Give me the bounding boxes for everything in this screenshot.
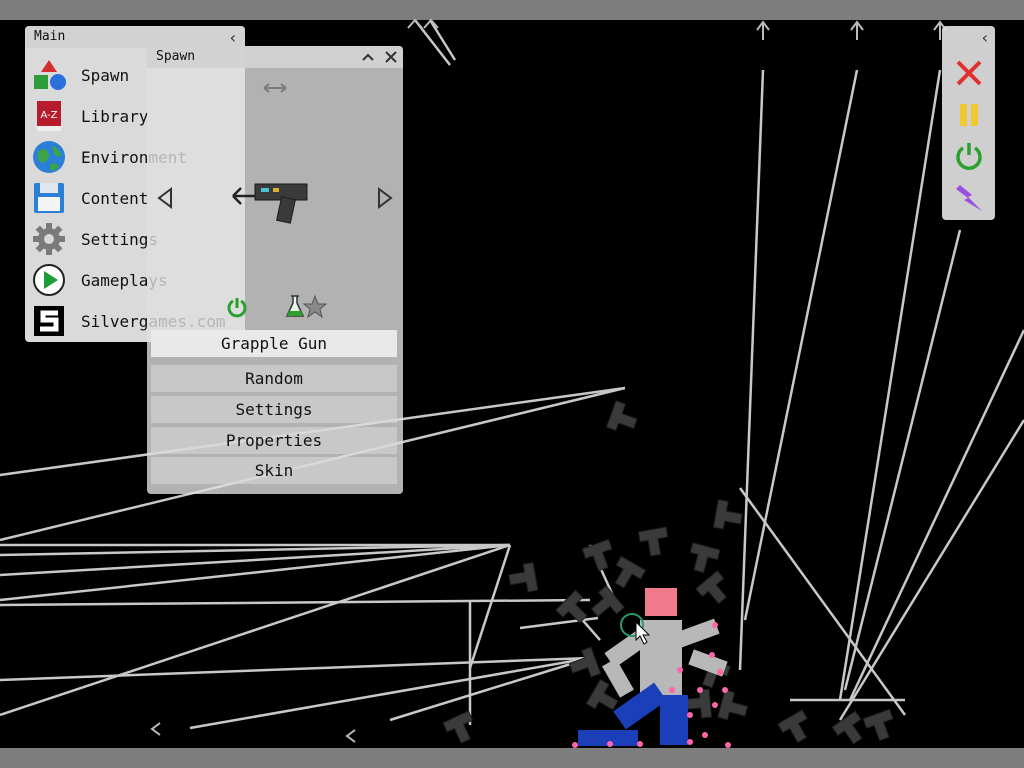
tools-panel: ‹ <box>942 26 995 220</box>
play-icon <box>31 262 67 298</box>
main-panel-header[interactable]: Main ‹ <box>25 26 245 48</box>
lightning-icon[interactable] <box>951 180 987 216</box>
menu-label-spawn: Spawn <box>81 65 130 85</box>
menu-label-library: Library <box>81 106 149 126</box>
pause-icon[interactable] <box>951 97 987 133</box>
collapse-chevron-left-icon[interactable]: ‹ <box>975 26 995 48</box>
menu-label-content: Content <box>81 188 149 208</box>
bottom-border <box>0 748 1024 768</box>
grapple-gun-preview-icon[interactable] <box>231 178 313 232</box>
activate-power-icon[interactable] <box>225 296 249 324</box>
flask-star-icon[interactable] <box>283 294 328 324</box>
main-panel-title: Main <box>34 29 66 44</box>
clear-close-icon[interactable] <box>951 55 987 91</box>
power-icon[interactable] <box>951 138 987 174</box>
book-icon: A-Z <box>31 98 67 134</box>
previous-arrow-icon[interactable] <box>155 186 175 214</box>
shapes-icon <box>31 57 67 93</box>
spawn-panel-header[interactable]: Spawn <box>147 46 403 68</box>
selected-item-name[interactable]: Grapple Gun <box>151 330 397 357</box>
close-icon[interactable] <box>381 46 401 68</box>
spawn-panel-title: Spawn <box>156 49 196 64</box>
skin-button[interactable]: Skin <box>151 457 397 484</box>
silvergames-logo-icon <box>31 303 67 339</box>
chevron-up-icon[interactable] <box>358 46 378 68</box>
gear-icon <box>31 221 67 257</box>
next-arrow-icon[interactable] <box>375 186 395 214</box>
resize-arrows-icon[interactable] <box>262 80 288 99</box>
properties-button[interactable]: Properties <box>151 427 397 454</box>
collapse-chevron-left-icon[interactable]: ‹ <box>223 26 243 48</box>
spawn-settings-button[interactable]: Settings <box>151 396 397 423</box>
floppy-disk-icon <box>31 180 67 216</box>
svg-text:A-Z: A-Z <box>40 110 57 121</box>
globe-icon <box>31 139 67 175</box>
spawn-panel: Spawn Grapple Gun Random Settings Proper… <box>147 46 403 494</box>
random-button[interactable]: Random <box>151 365 397 392</box>
